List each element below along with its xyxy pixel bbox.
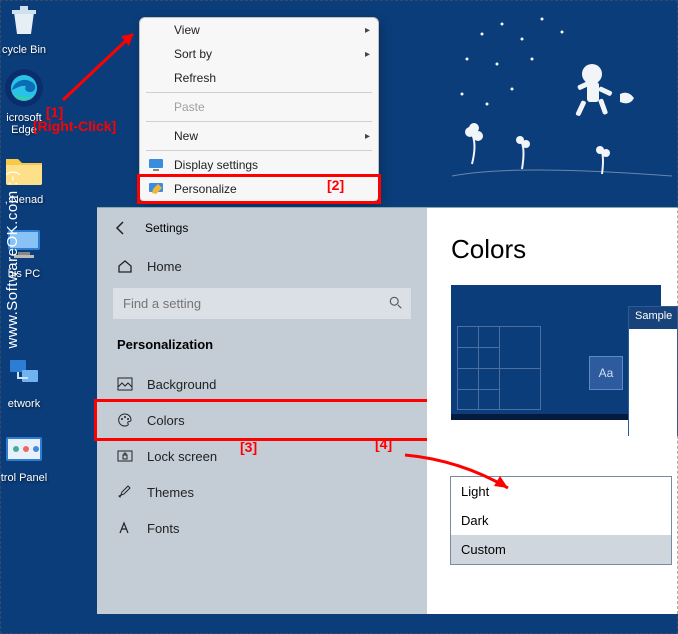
annotation-arrow-4 xyxy=(400,450,520,500)
nav-label: Home xyxy=(147,259,182,274)
preview-sample-window: Sample xyxy=(628,306,678,436)
search-icon xyxy=(389,296,403,310)
annotation-2: [2] xyxy=(327,177,344,193)
cm-label: New xyxy=(174,129,198,143)
desktop-icon-network[interactable]: etwork xyxy=(0,354,54,410)
cm-label: Paste xyxy=(174,100,205,114)
nav-label: Background xyxy=(147,377,216,392)
annotation-1-text: [Right-Click] xyxy=(33,118,116,134)
lock-icon xyxy=(117,448,133,464)
cm-label: Refresh xyxy=(174,71,216,85)
cm-label: View xyxy=(174,23,200,37)
nav-background[interactable]: Background xyxy=(97,366,427,402)
icon-label: cycle Bin xyxy=(0,44,54,56)
cm-label: Display settings xyxy=(174,158,258,172)
brush-icon xyxy=(117,484,133,500)
sample-titlebar: Sample xyxy=(629,307,677,329)
nav-colors[interactable]: Colors xyxy=(97,402,427,438)
cm-label: Personalize xyxy=(174,182,237,196)
back-icon[interactable] xyxy=(113,220,129,236)
settings-title: Settings xyxy=(145,221,188,235)
option-custom[interactable]: Custom xyxy=(451,535,671,564)
option-dark[interactable]: Dark xyxy=(451,506,671,535)
settings-heading: Personalization xyxy=(97,331,427,366)
cm-view[interactable]: View xyxy=(140,18,378,42)
nav-home[interactable]: Home xyxy=(97,248,427,284)
nav-label: Colors xyxy=(147,413,185,428)
picture-icon xyxy=(117,376,133,392)
settings-search[interactable] xyxy=(113,288,411,319)
desktop-icon-control-panel[interactable]: trol Panel xyxy=(0,428,54,484)
font-icon xyxy=(117,520,133,536)
nav-themes[interactable]: Themes xyxy=(97,474,427,510)
icon-label: trol Panel xyxy=(0,472,54,484)
palette-icon xyxy=(117,412,133,428)
separator xyxy=(146,121,372,122)
cm-refresh[interactable]: Refresh xyxy=(140,66,378,90)
monitor-icon xyxy=(148,157,164,173)
settings-window: Settings Home Personalization Background… xyxy=(97,207,678,614)
cm-new[interactable]: New xyxy=(140,124,378,148)
cm-display-settings[interactable]: Display settings xyxy=(140,153,378,177)
settings-content: Colors Aa Sample Light Dark Custom xyxy=(427,208,678,614)
separator xyxy=(146,150,372,151)
separator xyxy=(146,92,372,93)
desktop-context-menu: View Sort by Refresh Paste New Display s… xyxy=(139,17,379,202)
personalize-icon xyxy=(148,181,164,197)
home-icon xyxy=(117,258,133,274)
settings-sidebar: Settings Home Personalization Background… xyxy=(97,208,427,614)
network-icon xyxy=(4,354,44,394)
icon-label: etwork xyxy=(0,398,54,410)
nav-label: Lock screen xyxy=(147,449,217,464)
desktop-icon-recycle-bin[interactable]: cycle Bin xyxy=(0,0,54,56)
watermark: www.SoftwareOK.com :-) xyxy=(4,170,21,349)
cm-sort-by[interactable]: Sort by xyxy=(140,42,378,66)
control-panel-icon xyxy=(4,428,44,468)
annotation-3: [3] xyxy=(240,439,257,455)
page-title: Colors xyxy=(427,208,678,285)
cm-label: Sort by xyxy=(174,47,212,61)
nav-label: Themes xyxy=(147,485,194,500)
annotation-4: [4] xyxy=(375,436,392,452)
nav-fonts[interactable]: Fonts xyxy=(97,510,427,546)
edge-icon xyxy=(4,68,44,108)
nav-label: Fonts xyxy=(147,521,180,536)
cm-paste: Paste xyxy=(140,95,378,119)
preview-sample-tile: Aa xyxy=(589,356,623,390)
search-input[interactable] xyxy=(113,288,411,319)
wallpaper-art xyxy=(452,4,672,184)
annotation-arrow-1 xyxy=(55,28,145,108)
recycle-bin-icon xyxy=(4,0,44,40)
